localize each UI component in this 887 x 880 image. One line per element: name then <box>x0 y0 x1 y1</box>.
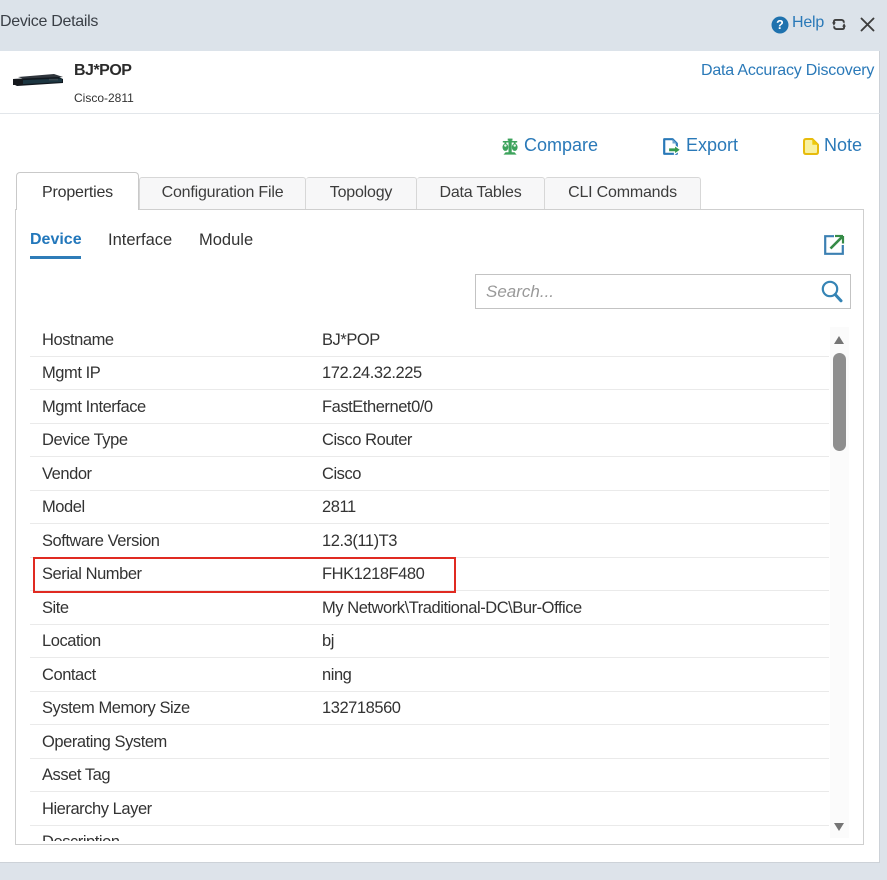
svg-text:?: ? <box>776 18 784 32</box>
